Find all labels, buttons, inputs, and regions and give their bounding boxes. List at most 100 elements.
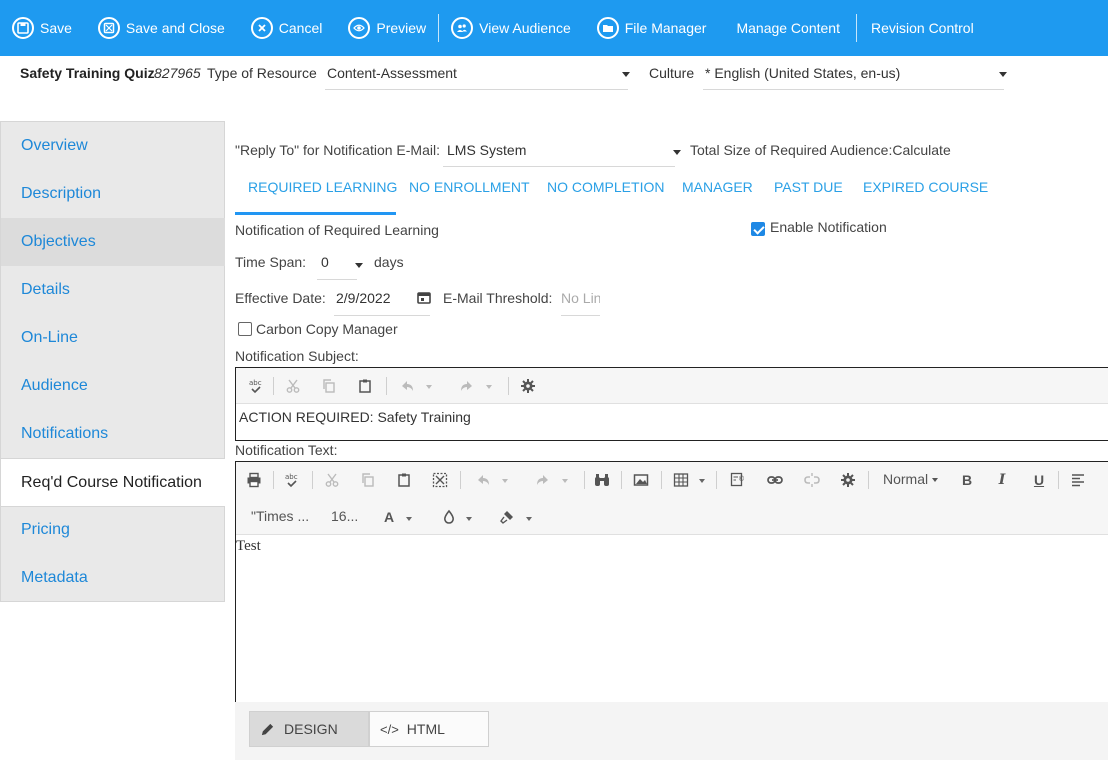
calculate-link[interactable]: Calculate <box>892 142 950 158</box>
align-left-icon[interactable] <box>1069 471 1087 489</box>
enable-notification-checkbox[interactable] <box>751 222 765 236</box>
svg-text:abc: abc <box>249 379 262 387</box>
sidebar-item-audience[interactable]: Audience <box>1 362 225 410</box>
paragraph-format-select[interactable]: Normal <box>883 471 938 489</box>
spellcheck-icon[interactable]: abc <box>282 471 302 489</box>
sidebar-item-description[interactable]: Description <box>1 170 225 218</box>
spellcheck-icon[interactable]: abc <box>246 377 266 395</box>
culture-select[interactable]: * English (United States, en-us) <box>703 56 1007 90</box>
redo-icon[interactable] <box>458 377 476 395</box>
subject-text[interactable]: ACTION REQUIRED: Safety Training <box>239 409 471 425</box>
time-span-select[interactable]: 0 <box>317 245 363 280</box>
reply-to-select[interactable]: LMS System <box>443 133 681 167</box>
chevron-down-icon <box>673 150 681 155</box>
toolbar-divider <box>438 14 440 42</box>
chevron-down-icon[interactable] <box>526 517 532 521</box>
paste-icon[interactable] <box>395 471 413 489</box>
subject-editor-toolbar: abc <box>236 368 1108 404</box>
chevron-down-icon <box>932 478 938 482</box>
chevron-down-icon <box>999 72 1007 77</box>
resource-header: Safety Training Quiz 827965 Type of Reso… <box>0 56 1108 120</box>
manage-content-button[interactable]: Manage Content <box>736 0 840 56</box>
save-close-icon <box>97 17 120 39</box>
text-editor-toolbar: abc © Normal B I U "Times ... 16... A <box>236 462 1108 535</box>
sidebar-item-overview[interactable]: Overview <box>1 122 225 170</box>
save-icon <box>12 17 34 39</box>
chevron-down-icon[interactable] <box>466 517 472 521</box>
copy-icon[interactable] <box>320 377 338 395</box>
sidebar-item-objectives[interactable]: Objectives <box>1 218 225 266</box>
tab-past-due[interactable]: Past Due <box>774 179 843 215</box>
unlink-icon[interactable] <box>803 471 821 489</box>
chevron-down-icon[interactable] <box>406 517 412 521</box>
image-icon[interactable] <box>632 471 650 489</box>
table-icon[interactable] <box>672 471 690 489</box>
save-button[interactable]: Save <box>12 0 72 56</box>
chevron-down-icon <box>355 263 363 268</box>
html-mode-button[interactable]: </> HTML <box>369 711 489 747</box>
effective-date-input[interactable]: 2/9/2022 <box>334 281 430 316</box>
design-mode-button[interactable]: Design <box>249 711 369 747</box>
tab-no-enrollment[interactable]: No Enrollment <box>409 179 530 215</box>
paste-icon[interactable] <box>356 377 374 395</box>
revision-control-button[interactable]: Revision Control <box>871 0 974 56</box>
notification-text-label: Notification Text: <box>235 442 338 458</box>
chevron-down-icon[interactable] <box>699 479 705 483</box>
type-of-resource-label: Type of Resource <box>207 65 317 81</box>
sidebar-item-reqd-course-notification[interactable]: Req'd Course Notification <box>1 458 225 507</box>
gear-icon[interactable] <box>839 471 857 489</box>
cut-icon[interactable] <box>284 377 302 395</box>
format-painter-icon[interactable] <box>498 508 516 526</box>
gear-icon[interactable] <box>519 377 537 395</box>
font-color-icon[interactable]: A <box>382 508 396 526</box>
sidebar-item-on-line[interactable]: On-Line <box>1 314 225 362</box>
chevron-down-icon[interactable] <box>502 479 508 483</box>
bold-icon[interactable]: B <box>959 471 975 489</box>
insert-symbol-icon[interactable]: © <box>729 471 747 489</box>
undo-icon[interactable] <box>474 471 492 489</box>
cancel-button[interactable]: Cancel <box>250 0 322 56</box>
email-threshold-input[interactable]: No Lin <box>561 281 600 316</box>
print-icon[interactable] <box>245 471 263 489</box>
chevron-down-icon[interactable] <box>562 479 568 483</box>
copy-icon[interactable] <box>359 471 377 489</box>
highlight-color-icon[interactable] <box>441 508 457 526</box>
carbon-copy-manager-checkbox[interactable] <box>238 322 252 336</box>
eye-icon <box>348 17 371 39</box>
effective-date-label: Effective Date: <box>235 290 326 306</box>
calendar-icon[interactable] <box>417 291 431 304</box>
underline-icon[interactable]: U <box>1031 471 1047 489</box>
sidebar-item-pricing[interactable]: Pricing <box>1 506 225 554</box>
tab-expired-course[interactable]: Expired Course <box>863 179 988 215</box>
chevron-down-icon[interactable] <box>426 385 432 389</box>
find-icon[interactable] <box>592 471 612 489</box>
preview-button[interactable]: Preview <box>348 0 426 56</box>
type-of-resource-select[interactable]: Content-Assessment <box>325 56 630 90</box>
redo-icon[interactable] <box>534 471 552 489</box>
chevron-down-icon[interactable] <box>486 385 492 389</box>
file-manager-button[interactable]: File Manager <box>596 0 706 56</box>
view-audience-button[interactable]: View Audience <box>451 0 571 56</box>
time-span-label: Time Span: <box>235 254 307 270</box>
resource-id: 827965 <box>154 65 201 81</box>
link-icon[interactable] <box>766 471 784 489</box>
carbon-copy-manager-label: Carbon Copy Manager <box>256 321 398 337</box>
save-and-close-button[interactable]: Save and Close <box>97 0 225 56</box>
cut-icon[interactable] <box>323 471 341 489</box>
email-threshold-label: E-Mail Threshold: <box>443 290 553 306</box>
sidebar-item-metadata[interactable]: Metadata <box>1 554 225 602</box>
tab-manager[interactable]: Manager <box>682 179 753 215</box>
notification-body-text[interactable]: Test <box>236 538 261 555</box>
font-family-select[interactable]: "Times ... <box>251 508 309 526</box>
chevron-down-icon <box>622 72 630 77</box>
sidebar-item-notifications[interactable]: Notifications <box>1 410 225 458</box>
undo-icon[interactable] <box>398 377 416 395</box>
sidebar-item-details[interactable]: Details <box>1 266 225 314</box>
font-size-select[interactable]: 16... <box>331 508 358 526</box>
italic-icon[interactable]: I <box>994 471 1010 489</box>
tab-no-completion[interactable]: No Completion <box>547 179 664 215</box>
editor-mode-bar: Design </> HTML <box>235 702 1108 760</box>
tab-required-learning[interactable]: Required Learning <box>248 179 397 215</box>
active-tab-indicator <box>235 212 396 215</box>
select-all-icon[interactable] <box>431 471 449 489</box>
